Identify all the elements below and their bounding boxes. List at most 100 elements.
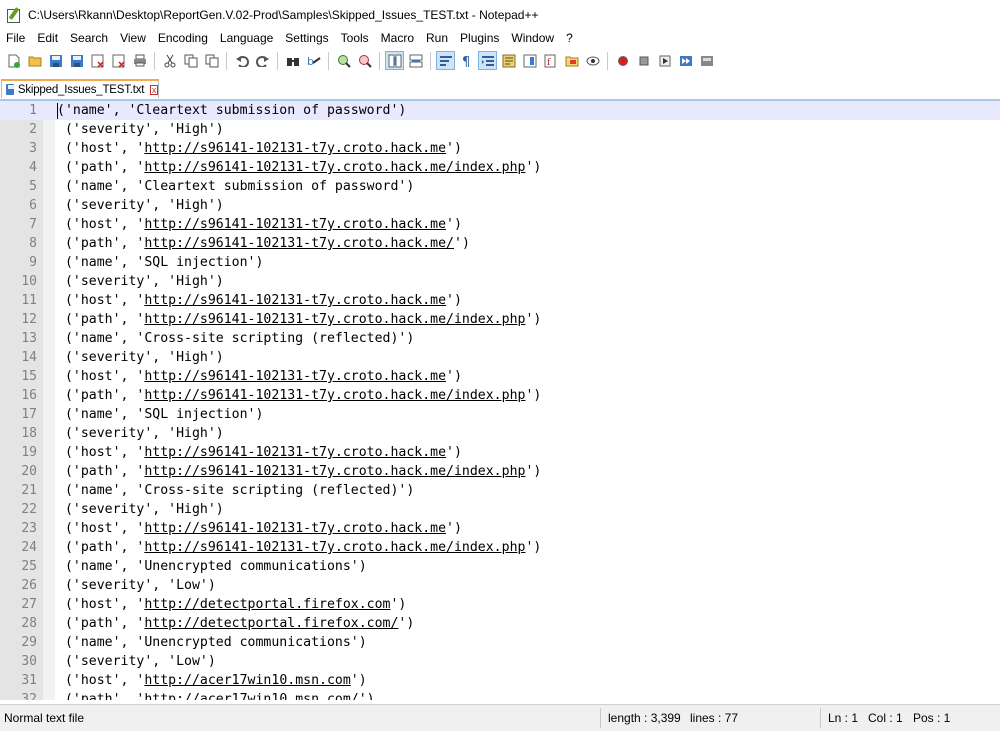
replace-icon[interactable]: b [305,52,322,69]
url-link[interactable]: http://s96141-102131-t7y.croto.hack.me/i… [144,464,525,479]
open-file-icon[interactable] [26,52,43,69]
url-link[interactable]: http://s96141-102131-t7y.croto.hack.me [144,445,446,460]
record-macro-icon[interactable] [614,52,631,69]
text-editor[interactable]: 1 ('name', 'Cleartext submission of passw… [0,101,1000,700]
url-link[interactable]: http://s96141-102131-t7y.croto.hack.me [144,521,446,536]
run-macro-multiple-icon[interactable] [677,52,694,69]
udl-icon[interactable] [500,52,517,69]
url-link[interactable]: http://s96141-102131-t7y.croto.hack.me/i… [144,160,525,175]
line-text: ('severity', 'High') [57,272,224,291]
url-link[interactable]: http://s96141-102131-t7y.croto.hack.me [144,369,446,384]
menu-language[interactable]: Language [214,29,279,48]
cut-icon[interactable] [161,52,178,69]
play-macro-icon[interactable] [656,52,673,69]
editor-line[interactable]: 18 ('severity', 'High') [0,424,1000,443]
copy-icon[interactable] [182,52,199,69]
show-all-chars-icon[interactable]: ¶ [458,52,475,69]
function-list-icon[interactable]: f [542,52,559,69]
editor-line[interactable]: 20 ('path', 'http://s96141-102131-t7y.cr… [0,462,1000,481]
undo-icon[interactable] [233,52,250,69]
url-link[interactable]: http://s96141-102131-t7y.croto.hack.me [144,293,446,308]
print-icon[interactable] [131,52,148,69]
menu-edit[interactable]: Edit [31,29,64,48]
save-macro-icon[interactable] [698,52,715,69]
editor-line[interactable]: 14 ('severity', 'High') [0,348,1000,367]
editor-line[interactable]: 26 ('severity', 'Low') [0,576,1000,595]
url-link[interactable]: http://s96141-102131-t7y.croto.hack.me/i… [144,540,525,555]
tab-skipped-issues[interactable]: Skipped_Issues_TEST.txt x [1,79,159,98]
url-link[interactable]: http://acer17win10.msn.com [144,673,350,688]
paste-icon[interactable] [203,52,220,69]
editor-line[interactable]: 15 ('host', 'http://s96141-102131-t7y.cr… [0,367,1000,386]
editor-line[interactable]: 29 ('name', 'Unencrypted communications'… [0,633,1000,652]
save-all-icon[interactable] [68,52,85,69]
editor-line[interactable]: 2 ('severity', 'High') [0,120,1000,139]
editor-line[interactable]: 3 ('host', 'http://s96141-102131-t7y.cro… [0,139,1000,158]
editor-line[interactable]: 13 ('name', 'Cross-site scripting (refle… [0,329,1000,348]
menu-help[interactable]: ? [560,29,579,48]
word-wrap-icon[interactable] [436,51,455,70]
new-file-icon[interactable] [5,52,22,69]
editor-line[interactable]: 27 ('host', 'http://detectportal.firefox… [0,595,1000,614]
editor-line[interactable]: 1 ('name', 'Cleartext submission of passw… [0,101,1000,120]
editor-line[interactable]: 7 ('host', 'http://s96141-102131-t7y.cro… [0,215,1000,234]
line-number: 23 [21,521,37,536]
editor-line[interactable]: 23 ('host', 'http://s96141-102131-t7y.cr… [0,519,1000,538]
menu-run[interactable]: Run [420,29,454,48]
editor-line[interactable]: 4 ('path', 'http://s96141-102131-t7y.cro… [0,158,1000,177]
editor-line[interactable]: 9 ('name', 'SQL injection') [0,253,1000,272]
url-link[interactable]: http://detectportal.firefox.com [144,597,390,612]
url-link[interactable]: http://s96141-102131-t7y.croto.hack.me [144,217,446,232]
close-all-icon[interactable] [110,52,127,69]
editor-line[interactable]: 22 ('severity', 'High') [0,500,1000,519]
close-icon[interactable] [89,52,106,69]
editor-line[interactable]: 11 ('host', 'http://s96141-102131-t7y.cr… [0,291,1000,310]
menu-settings[interactable]: Settings [279,29,334,48]
editor-line[interactable]: 12 ('path', 'http://s96141-102131-t7y.cr… [0,310,1000,329]
editor-line[interactable]: 16 ('path', 'http://s96141-102131-t7y.cr… [0,386,1000,405]
stop-macro-icon[interactable] [635,52,652,69]
editor-line[interactable]: 19 ('host', 'http://s96141-102131-t7y.cr… [0,443,1000,462]
menu-plugins[interactable]: Plugins [454,29,505,48]
editor-line[interactable]: 8 ('path', 'http://s96141-102131-t7y.cro… [0,234,1000,253]
editor-line[interactable]: 32 ('path', 'http://acer17win10.msn.com/… [0,690,1000,700]
editor-line[interactable]: 17 ('name', 'SQL injection') [0,405,1000,424]
editor-line[interactable]: 30 ('severity', 'Low') [0,652,1000,671]
line-text-prefix: ('severity', 'High') [57,274,224,289]
zoom-in-icon[interactable] [335,52,352,69]
menu-search[interactable]: Search [64,29,114,48]
monitoring-icon[interactable] [584,52,601,69]
editor-line[interactable]: 24 ('path', 'http://s96141-102131-t7y.cr… [0,538,1000,557]
doc-map-icon[interactable] [521,52,538,69]
menu-view[interactable]: View [114,29,152,48]
editor-line[interactable]: 31 ('host', 'http://acer17win10.msn.com'… [0,671,1000,690]
save-icon[interactable] [47,52,64,69]
editor-line[interactable]: 25 ('name', 'Unencrypted communications'… [0,557,1000,576]
url-link[interactable]: http://s96141-102131-t7y.croto.hack.me/i… [144,312,525,327]
editor-line[interactable]: 21 ('name', 'Cross-site scripting (refle… [0,481,1000,500]
line-text-suffix: ') [446,141,462,156]
menu-file[interactable]: File [0,29,31,48]
url-link[interactable]: http://s96141-102131-t7y.croto.hack.me [144,141,446,156]
editor-line[interactable]: 6 ('severity', 'High') [0,196,1000,215]
editor-line[interactable]: 10 ('severity', 'High') [0,272,1000,291]
find-icon[interactable] [284,52,301,69]
menu-tools[interactable]: Tools [335,29,375,48]
menu-macro[interactable]: Macro [375,29,420,48]
indent-guide-icon[interactable] [478,51,497,70]
zoom-out-icon[interactable] [356,52,373,69]
tab-close-icon[interactable]: x [150,84,158,95]
url-link[interactable]: http://detectportal.firefox.com/ [144,616,398,631]
redo-icon[interactable] [254,52,271,69]
url-link[interactable]: http://s96141-102131-t7y.croto.hack.me/i… [144,388,525,403]
line-number: 29 [21,635,37,650]
url-link[interactable]: http://s96141-102131-t7y.croto.hack.me/ [144,236,454,251]
menu-window[interactable]: Window [505,29,560,48]
sync-vertical-icon[interactable] [385,51,404,70]
editor-line[interactable]: 5 ('name', 'Cleartext submission of pass… [0,177,1000,196]
folder-workspace-icon[interactable] [563,52,580,69]
url-link[interactable]: http://acer17win10.msn.com/ [144,692,358,700]
editor-line[interactable]: 28 ('path', 'http://detectportal.firefox… [0,614,1000,633]
sync-horizontal-icon[interactable] [407,52,424,69]
menu-encoding[interactable]: Encoding [152,29,214,48]
